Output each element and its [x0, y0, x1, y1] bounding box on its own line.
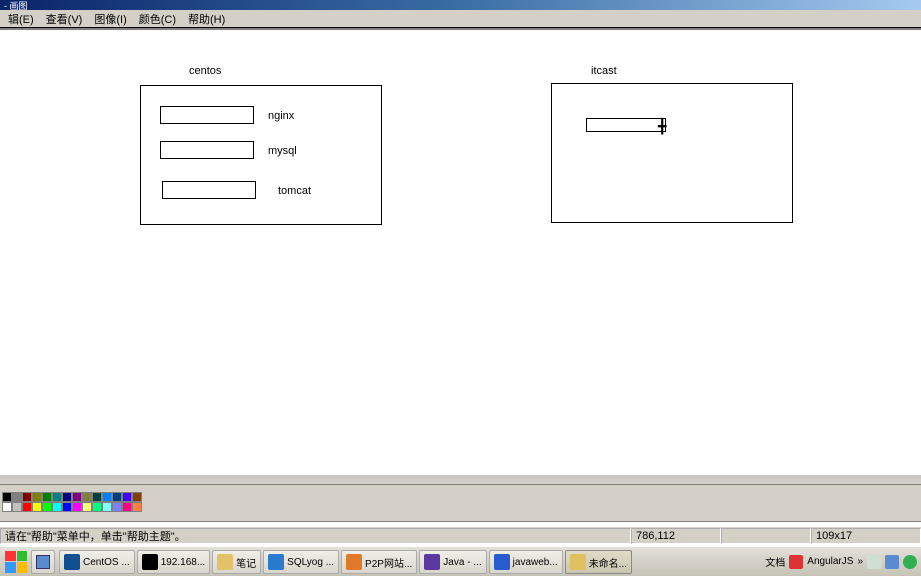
centos-item-label-1: mysql [268, 145, 297, 157]
palette-swatch-18[interactable] [42, 502, 52, 512]
palette-swatch-16[interactable] [22, 502, 32, 512]
palette-swatch-0[interactable] [2, 492, 12, 502]
taskbar-item-3[interactable]: SQLyog ... [263, 550, 339, 574]
status-coords: 786,112 [631, 528, 721, 544]
system-tray: 文档 AngularJS » [761, 547, 921, 576]
menu-edit[interactable]: 辑(E) [2, 11, 40, 27]
palette-strip [0, 474, 921, 484]
taskbar-item-label-0: CentOS ... [83, 557, 130, 568]
palette-swatch-27[interactable] [132, 502, 142, 512]
titlebar: - 画图 [0, 0, 921, 10]
palette-swatch-22[interactable] [82, 502, 92, 512]
taskbar-item-icon-2 [217, 554, 233, 570]
menu-view[interactable]: 查看(V) [40, 11, 89, 27]
palette-swatch-6[interactable] [62, 492, 72, 502]
tray-angular-label: AngularJS [807, 556, 853, 567]
status-size: 109x17 [811, 528, 921, 544]
canvas-area[interactable]: centos nginx mysql tomcat itcast ╋ [0, 28, 921, 468]
centos-item-label-0: nginx [268, 110, 294, 122]
start-button[interactable] [2, 549, 30, 575]
status-bar: 请在"帮助"菜单中，单击"帮助主题"。 786,112 109x17 [0, 526, 921, 544]
taskbar-item-icon-6 [494, 554, 510, 570]
centos-title: centos [189, 65, 221, 77]
taskbar-item-icon-5 [424, 554, 440, 570]
taskbar-item-label-3: SQLyog ... [287, 557, 334, 568]
palette-swatch-12[interactable] [122, 492, 132, 502]
palette-swatch-21[interactable] [72, 502, 82, 512]
palette-swatch-17[interactable] [32, 502, 42, 512]
palette-swatch-10[interactable] [102, 492, 112, 502]
status-empty [721, 528, 811, 544]
palette-swatch-5[interactable] [52, 492, 62, 502]
tray-icon-1[interactable] [789, 555, 803, 569]
palette-swatch-24[interactable] [102, 502, 112, 512]
show-desktop-button[interactable] [31, 550, 55, 574]
itcast-title: itcast [591, 65, 617, 77]
taskbar-item-icon-1 [142, 554, 158, 570]
taskbar-item-icon-0 [64, 554, 80, 570]
palette-swatch-11[interactable] [112, 492, 122, 502]
palette-swatch-8[interactable] [82, 492, 92, 502]
palette-swatch-19[interactable] [52, 502, 62, 512]
taskbar-item-icon-3 [268, 554, 284, 570]
windows-logo-icon [5, 551, 27, 573]
menu-image[interactable]: 图像(I) [88, 11, 132, 27]
palette-swatch-14[interactable] [2, 502, 12, 512]
palette-swatch-20[interactable] [62, 502, 72, 512]
menubar: 辑(E) 查看(V) 图像(I) 颜色(C) 帮助(H) [0, 10, 921, 28]
taskbar-item-label-7: 未命名... [589, 555, 627, 570]
menu-color[interactable]: 颜色(C) [133, 11, 182, 27]
start-area [0, 547, 58, 576]
drawing-cursor-icon: ╋ [658, 118, 666, 135]
taskbar-item-label-1: 192.168... [161, 557, 205, 568]
palette-swatch-15[interactable] [12, 502, 22, 512]
palette-swatch-3[interactable] [32, 492, 42, 502]
centos-item-label-2: tomcat [278, 185, 311, 197]
palette-swatch-23[interactable] [92, 502, 102, 512]
taskbar-item-0[interactable]: CentOS ... [59, 550, 135, 574]
tray-raquo-icon: » [857, 556, 863, 567]
centos-item-rect-2 [162, 181, 256, 199]
palette-swatch-13[interactable] [132, 492, 142, 502]
taskbar-item-icon-4 [346, 554, 362, 570]
status-help-text: 请在"帮助"菜单中，单击"帮助主题"。 [0, 528, 631, 544]
centos-item-rect-1 [160, 141, 254, 159]
palette-swatch-26[interactable] [122, 502, 132, 512]
color-palette[interactable] [2, 492, 142, 512]
tray-doc-label: 文档 [765, 554, 785, 569]
palette-swatch-2[interactable] [22, 492, 32, 502]
palette-swatch-4[interactable] [42, 492, 52, 502]
taskbar-item-label-4: P2P网站... [365, 555, 412, 570]
taskbar: CentOS ... 192.168... 笔记 SQLyog ... P2P网站...… [0, 546, 921, 576]
taskbar-item-4[interactable]: P2P网站... [341, 550, 417, 574]
taskbar-item-label-5: Java - ... [443, 557, 481, 568]
taskbar-item-label-6: javaweb... [513, 557, 558, 568]
itcast-drawing-rect [586, 118, 666, 132]
palette-swatch-1[interactable] [12, 492, 22, 502]
palette-swatch-9[interactable] [92, 492, 102, 502]
taskbar-item-1[interactable]: 192.168... [137, 550, 210, 574]
taskbar-item-icon-7 [570, 554, 586, 570]
desktop-icon [36, 555, 50, 569]
tray-icon-3[interactable] [885, 555, 899, 569]
itcast-box: ╋ [551, 83, 793, 223]
centos-item-rect-0 [160, 106, 254, 124]
palette-swatch-7[interactable] [72, 492, 82, 502]
taskbar-item-7[interactable]: 未命名... [565, 550, 632, 574]
menu-help[interactable]: 帮助(H) [182, 11, 231, 27]
tray-icon-2[interactable] [867, 555, 881, 569]
taskbar-item-5[interactable]: Java - ... [419, 550, 486, 574]
taskbar-item-label-2: 笔记 [236, 555, 256, 570]
taskbar-item-2[interactable]: 笔记 [212, 550, 261, 574]
taskbar-item-6[interactable]: javaweb... [489, 550, 563, 574]
centos-box: nginx mysql tomcat [140, 85, 382, 225]
tray-icon-4[interactable] [903, 555, 917, 569]
palette-swatch-25[interactable] [112, 502, 122, 512]
